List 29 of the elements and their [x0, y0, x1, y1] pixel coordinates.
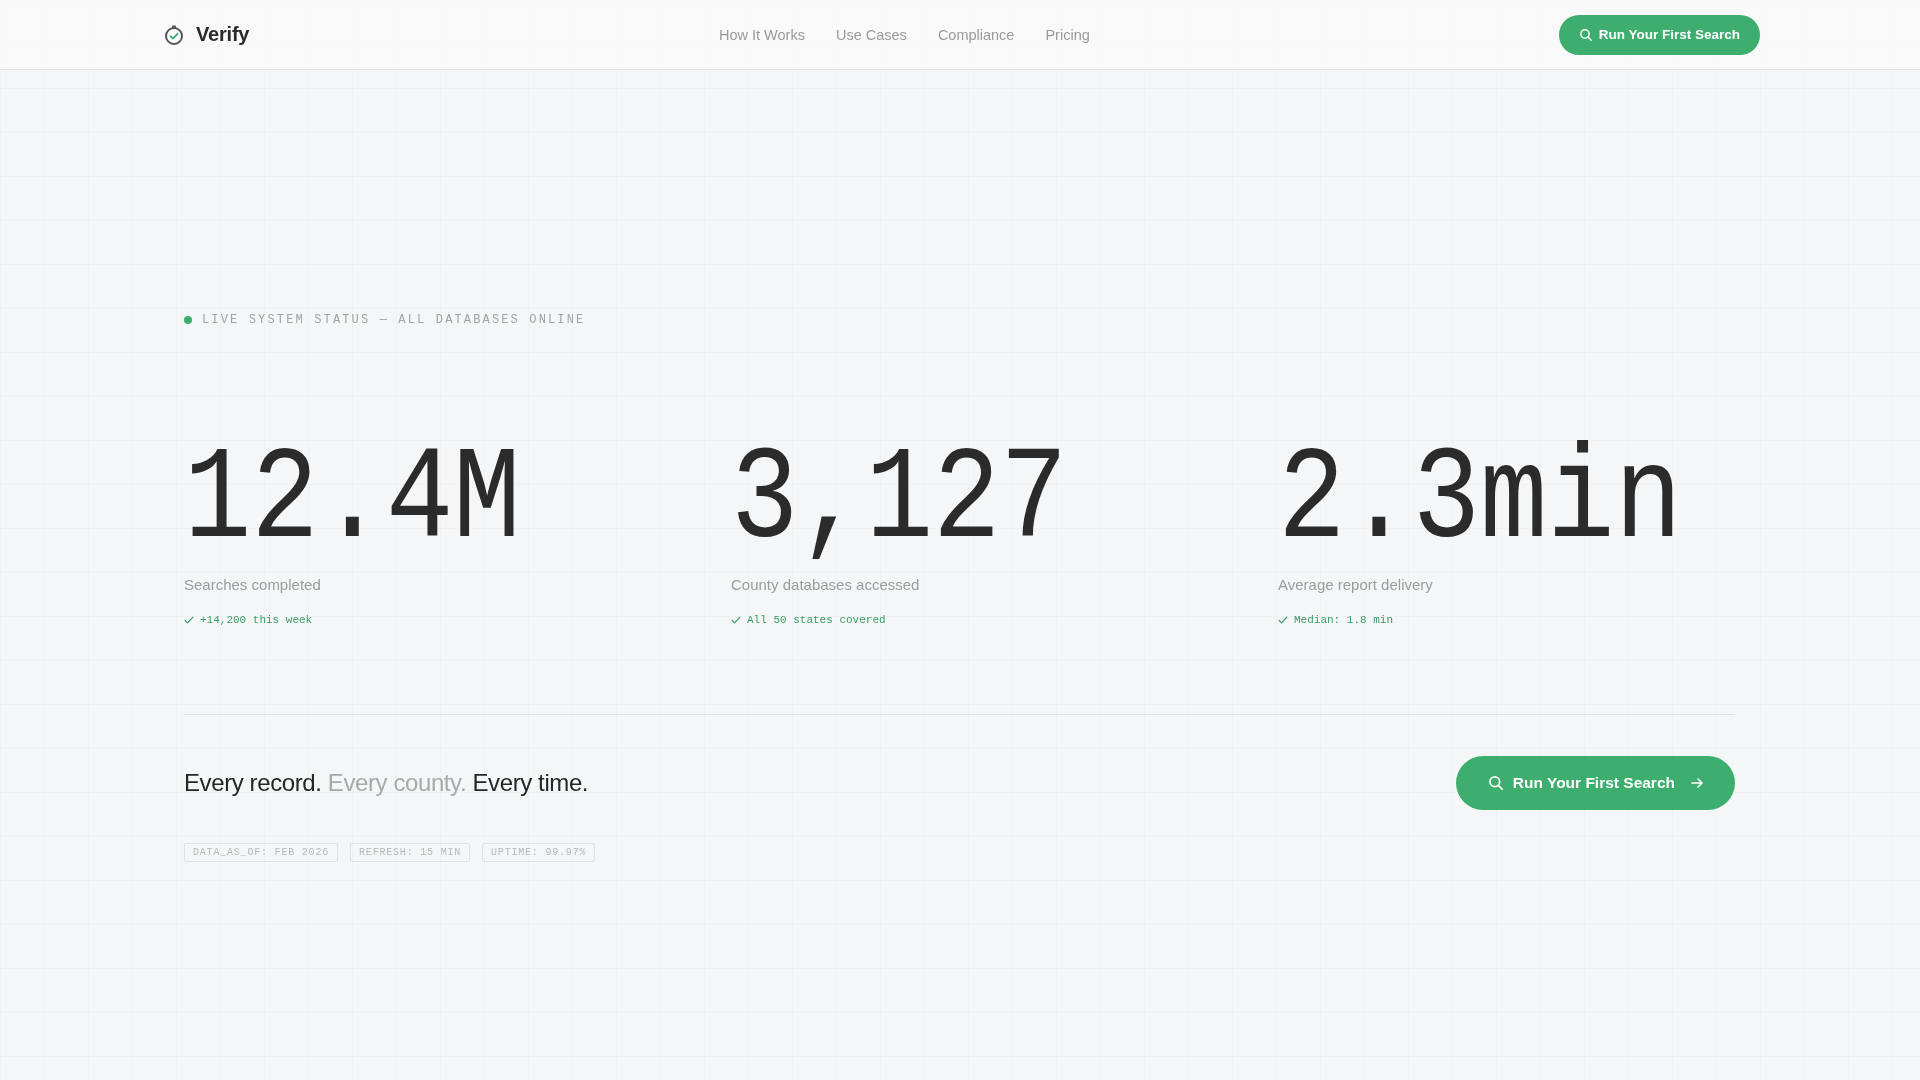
nav-link[interactable]: Use Cases: [835, 26, 907, 43]
stat-value: 12.4M: [184, 435, 521, 567]
status-text: LIVE SYSTEM STATUS — ALL DATABASES ONLINE: [202, 313, 586, 327]
stat-value: 2.3min: [1278, 435, 1682, 567]
nav-link[interactable]: Compliance: [937, 26, 1015, 43]
check-circle-icon: [164, 24, 184, 45]
tagline: Every record. Every county. Every time.: [184, 769, 589, 797]
check-icon: [1278, 616, 1288, 624]
search-button[interactable]: Run Your First Search: [1455, 756, 1735, 810]
check-icon: [184, 616, 194, 624]
stat-note: Median: 1.8 min: [1294, 614, 1394, 626]
stat-label: Average report delivery: [1278, 576, 1433, 593]
check-icon: [731, 616, 741, 624]
stat-label: Searches completed: [184, 576, 321, 593]
info-tag: UPTIME: 99.97%: [482, 843, 596, 862]
info-tag: REFRESH: 15 MIN: [350, 843, 471, 862]
stat-note: All 50 states covered: [747, 614, 886, 626]
search-icon: [1488, 776, 1503, 790]
stat-label: County databases accessed: [731, 576, 920, 593]
brand-name: Verify: [196, 23, 250, 46]
arrow-right-icon: [1691, 778, 1703, 788]
search-icon: [1579, 28, 1592, 41]
nav-link[interactable]: How It Works: [719, 26, 805, 43]
search-button[interactable]: Run Your First Search: [1558, 14, 1760, 55]
stat-value: 3,127: [731, 435, 1068, 567]
stat-note: +14,200 this week: [200, 614, 313, 626]
status-dot-icon: [184, 316, 192, 324]
nav-link[interactable]: Pricing: [1045, 26, 1090, 43]
info-tag: DATA_AS_OF: FEB 2026: [184, 843, 339, 862]
